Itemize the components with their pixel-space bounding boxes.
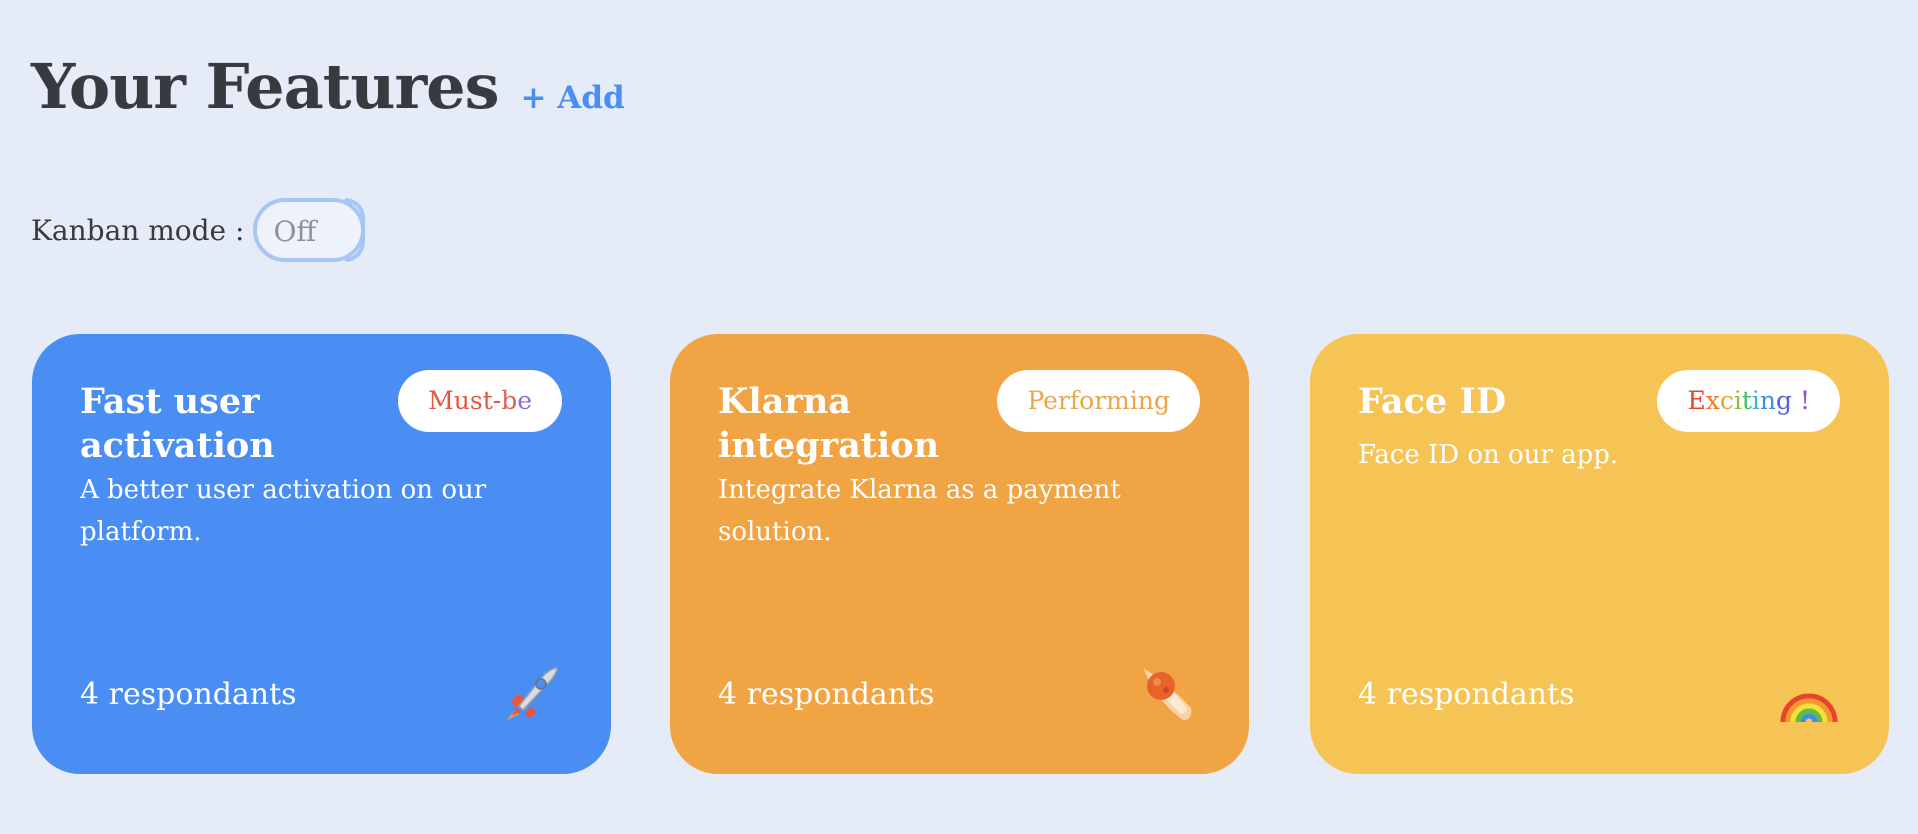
category-badge-label: Exciting ! — [1687, 386, 1810, 415]
category-badge[interactable]: Exciting ! — [1657, 370, 1840, 432]
feature-card-title: Fast user activation — [80, 381, 275, 466]
toggle-state-label: Off — [273, 215, 317, 248]
category-badge[interactable]: Must-be — [398, 370, 562, 432]
badge-letter: c — [1719, 386, 1734, 415]
category-badge-label: Performing — [1027, 386, 1170, 415]
badge-letter: n — [1759, 386, 1776, 415]
badge-letter: e — [517, 386, 532, 415]
feature-card-title: Face ID — [1358, 381, 1507, 422]
feature-card-description: Integrate Klarna as a payment solution. — [718, 475, 1121, 547]
badge-letter: x — [1705, 386, 1720, 415]
badge-letter: t — [1741, 386, 1752, 415]
badge-letter: i — [1733, 386, 1742, 415]
badge-letter: E — [1687, 386, 1706, 415]
toggle-knob — [345, 198, 366, 262]
feature-card-title: Klarna integration — [718, 381, 940, 466]
kanban-mode-label: Kanban mode : — [31, 213, 245, 247]
badge-letter: s — [469, 386, 483, 415]
feature-card[interactable]: Face ID Face ID on our app. Exciting ! 4… — [1310, 334, 1889, 774]
respondents-count: 4 respondants — [80, 677, 297, 712]
kanban-mode-toggle[interactable]: Off — [253, 198, 366, 262]
rocket-icon — [501, 664, 561, 724]
feature-card[interactable]: Fast user activation A better user activ… — [32, 334, 611, 774]
badge-letter: g — [1775, 386, 1792, 415]
add-feature-button[interactable]: + Add — [521, 80, 625, 116]
page-title: Your Features — [31, 50, 500, 123]
respondents-count: 4 respondants — [1358, 677, 1575, 712]
page-header: Your Features + Add — [31, 50, 625, 123]
category-badge-label: Must-be — [428, 386, 532, 415]
badge-letter: t — [482, 386, 493, 415]
rainbow-icon — [1779, 664, 1839, 724]
badge-letter: u — [453, 386, 470, 415]
feature-card-description: Face ID on our app. — [1358, 440, 1619, 470]
feature-card[interactable]: Klarna integration Integrate Klarna as a… — [670, 334, 1249, 774]
badge-letter: - — [492, 386, 502, 415]
kanban-mode-row: Kanban mode : Off — [31, 198, 366, 262]
badge-letter: b — [501, 386, 518, 415]
respondents-count: 4 respondants — [718, 677, 935, 712]
badge-letter: ! — [1799, 386, 1810, 415]
feature-card-description: A better user activation on our platform… — [80, 475, 487, 547]
comet-icon — [1139, 664, 1199, 724]
badge-letter: M — [428, 386, 454, 415]
category-badge[interactable]: Performing — [997, 370, 1200, 432]
badge-letter — [1792, 386, 1800, 415]
badge-letter: i — [1751, 386, 1760, 415]
